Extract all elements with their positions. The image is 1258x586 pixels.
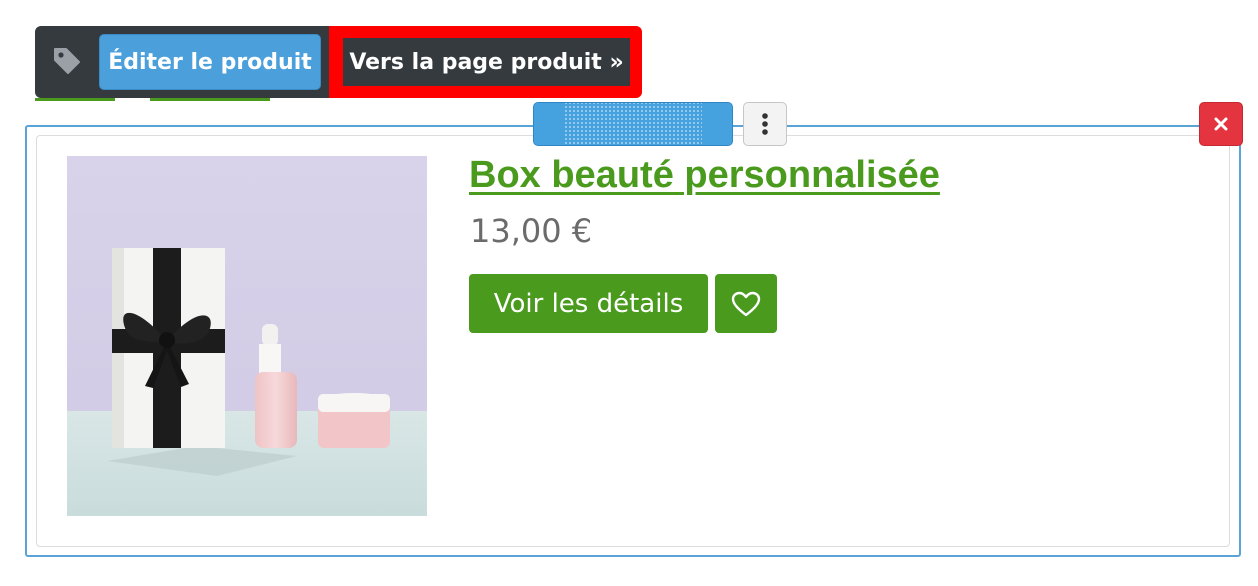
hidden-link-underline <box>35 98 115 101</box>
product-image[interactable] <box>67 156 427 516</box>
product-price: 13,00 € <box>470 212 593 250</box>
page: Éditer le produit Vers la page produit » <box>0 0 1258 586</box>
remove-widget-button[interactable] <box>1199 102 1243 146</box>
wishlist-button[interactable] <box>715 274 777 333</box>
widget-menu-button[interactable] <box>743 102 787 146</box>
heart-icon <box>731 291 761 316</box>
hidden-link-underline <box>150 98 270 101</box>
close-icon <box>1214 117 1228 131</box>
vertical-dots-icon <box>762 113 768 135</box>
view-details-button[interactable]: Voir les détails <box>469 274 708 333</box>
drag-handle[interactable] <box>533 102 733 146</box>
tag-icon <box>54 48 80 74</box>
edit-product-button[interactable]: Éditer le produit <box>99 34 321 90</box>
product-title-link[interactable]: Box beauté personnalisée <box>469 154 940 197</box>
goto-product-page-button[interactable]: Vers la page produit » <box>343 38 630 86</box>
